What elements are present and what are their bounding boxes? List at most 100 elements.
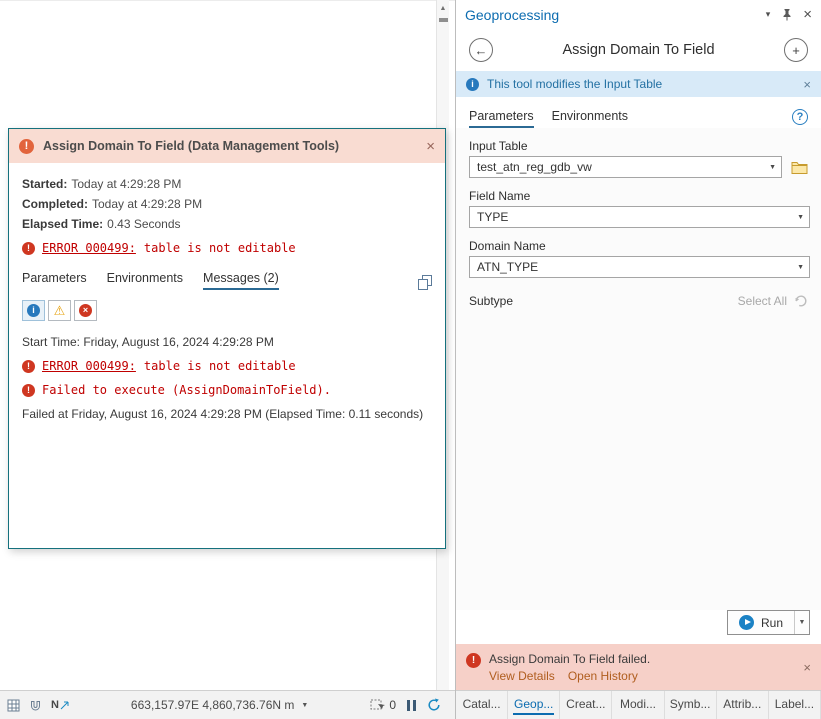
pause-drawing-icon[interactable] bbox=[407, 699, 416, 711]
coordinates-text: 663,157.97E 4,860,736.76N m bbox=[130, 698, 295, 712]
start-time-line: Start Time: Friday, August 16, 2024 4:29… bbox=[22, 335, 274, 349]
summary-error-row: ! ERROR 000499: table is not editable bbox=[22, 241, 432, 255]
back-arrow-icon: ← bbox=[474, 42, 488, 58]
banner-close-icon[interactable]: × bbox=[803, 77, 811, 92]
chevron-down-icon[interactable]: ▼ bbox=[797, 214, 804, 221]
tab-environments[interactable]: Environments bbox=[107, 271, 183, 290]
chevron-down-icon[interactable]: ▼ bbox=[769, 164, 776, 171]
run-options-dropdown[interactable]: ▼ bbox=[794, 611, 809, 634]
subtype-row: Subtype Select All bbox=[469, 294, 808, 308]
view-details-link[interactable]: View Details bbox=[489, 669, 555, 683]
info-icon: i bbox=[466, 77, 479, 91]
scrollbar-thumb[interactable] bbox=[438, 18, 448, 22]
tab-catalog[interactable]: Catal... bbox=[456, 691, 509, 719]
subtype-label: Subtype bbox=[469, 294, 514, 308]
chevron-down-icon: ▼ bbox=[798, 619, 806, 626]
domain-name-combobox[interactable]: ATN_TYPE ▼ bbox=[469, 256, 810, 278]
run-button[interactable]: Run ▼ bbox=[726, 610, 810, 635]
failed-execute-row: ! Failed to execute (AssignDomainToField… bbox=[22, 383, 432, 397]
error-message-row: ! ERROR 000499: table is not editable bbox=[22, 359, 432, 373]
run-label: Run bbox=[760, 615, 783, 630]
error-icon: ! bbox=[466, 653, 481, 668]
tab-create-features[interactable]: Creat... bbox=[560, 691, 613, 719]
tab-attributes[interactable]: Attrib... bbox=[717, 691, 769, 719]
open-history-link[interactable]: Open History bbox=[568, 669, 638, 683]
refresh-icon[interactable] bbox=[427, 698, 441, 712]
warning-icon: ⚠ bbox=[53, 303, 66, 318]
folder-icon bbox=[791, 161, 807, 174]
pane-menu-caret-icon[interactable]: ▾ bbox=[766, 9, 771, 20]
scroll-up-icon[interactable]: ▲ bbox=[437, 0, 449, 13]
tool-nav: ← Assign Domain To Field + bbox=[456, 29, 821, 71]
play-icon bbox=[738, 615, 754, 630]
tab-parameters[interactable]: Parameters bbox=[22, 271, 87, 290]
geoprocessing-pane: Geoprocessing ▾ × ← Assign Domain To Fie… bbox=[455, 0, 821, 719]
snapping-icon[interactable] bbox=[29, 699, 42, 712]
elapsed-row: Elapsed Time: 0.43 Seconds bbox=[22, 217, 181, 231]
error-code-link[interactable]: ERROR 000499: bbox=[42, 241, 136, 255]
tab-modify-features[interactable]: Modi... bbox=[612, 691, 665, 719]
field-name-value: TYPE bbox=[477, 210, 509, 224]
tab-symbology[interactable]: Symb... bbox=[665, 691, 717, 719]
arcgis-pro-window: ▲ ! Assign Domain To Field (Data Managem… bbox=[0, 0, 821, 719]
plus-icon: + bbox=[792, 42, 800, 58]
dialog-close-icon[interactable]: × bbox=[426, 139, 435, 154]
failure-notification: ! Assign Domain To Field failed. View De… bbox=[456, 644, 821, 690]
input-table-combobox[interactable]: test_atn_reg_gdb_vw ▼ bbox=[469, 156, 782, 178]
tool-title: Assign Domain To Field bbox=[562, 42, 715, 58]
show-info-messages-button[interactable]: i bbox=[22, 300, 45, 321]
selection-count[interactable]: 0 bbox=[370, 698, 396, 712]
browse-button[interactable] bbox=[788, 157, 810, 177]
chevron-down-icon[interactable]: ▼ bbox=[301, 702, 308, 709]
tab-messages[interactable]: Messages (2) bbox=[203, 271, 279, 290]
show-warning-messages-button[interactable]: ⚠ bbox=[48, 300, 71, 321]
back-button[interactable]: ← bbox=[469, 38, 493, 62]
error-code-link[interactable]: ERROR 000499: bbox=[42, 359, 136, 373]
run-row: Run ▼ bbox=[456, 610, 821, 644]
field-name-label: Field Name bbox=[469, 189, 531, 203]
parameters-form: Input Table test_atn_reg_gdb_vw ▼ Field … bbox=[456, 128, 821, 610]
error-text: table is not editable bbox=[143, 241, 296, 255]
reset-icon bbox=[794, 294, 808, 308]
started-row: Started: Today at 4:29:28 PM bbox=[22, 177, 182, 191]
failed-execute-text: Failed to execute (AssignDomainToField). bbox=[42, 383, 331, 397]
notification-title: Assign Domain To Field failed. bbox=[489, 652, 651, 666]
copy-messages-button[interactable] bbox=[418, 275, 432, 290]
completed-row: Completed: Today at 4:29:28 PM bbox=[22, 197, 203, 211]
help-icon[interactable]: ? bbox=[792, 109, 808, 125]
domain-name-value: ATN_TYPE bbox=[477, 260, 539, 274]
info-banner: i This tool modifies the Input Table × bbox=[456, 71, 821, 97]
tool-error-dialog: ! Assign Domain To Field (Data Managemen… bbox=[8, 128, 446, 549]
tab-parameters[interactable]: Parameters bbox=[469, 109, 534, 128]
status-left-tools: N bbox=[0, 699, 69, 712]
pin-icon[interactable] bbox=[781, 8, 792, 21]
pane-header: Geoprocessing ▾ × bbox=[456, 0, 821, 29]
pane-close-icon[interactable]: × bbox=[803, 7, 812, 22]
coordinate-display[interactable]: 663,157.97E 4,860,736.76N m ▼ bbox=[69, 698, 370, 712]
add-button[interactable]: + bbox=[784, 38, 808, 62]
select-all-button[interactable]: Select All bbox=[738, 294, 787, 308]
error-icon: ! bbox=[22, 383, 35, 397]
error-badge-icon: ! bbox=[19, 138, 34, 154]
chevron-down-icon[interactable]: ▼ bbox=[797, 264, 804, 271]
dialog-body: Started: Today at 4:29:28 PM Completed: To… bbox=[9, 163, 445, 421]
field-name-combobox[interactable]: TYPE ▼ bbox=[469, 206, 810, 228]
error-icon: ! bbox=[22, 241, 35, 255]
notification-close-icon[interactable]: × bbox=[803, 660, 811, 675]
tab-geoprocessing[interactable]: Geop... bbox=[508, 691, 561, 719]
north-arrow-icon[interactable]: N bbox=[51, 699, 69, 711]
view-pane: ▲ ! Assign Domain To Field (Data Managem… bbox=[0, 0, 455, 719]
pane-title: Geoprocessing bbox=[465, 6, 560, 23]
failed-at-line: Failed at Friday, August 16, 2024 4:29:2… bbox=[22, 407, 424, 421]
dialog-titlebar[interactable]: ! Assign Domain To Field (Data Managemen… bbox=[9, 129, 445, 163]
tab-environments[interactable]: Environments bbox=[552, 109, 628, 128]
dialog-title: Assign Domain To Field (Data Management … bbox=[43, 139, 340, 153]
selection-icon bbox=[370, 699, 386, 709]
grid-view-icon[interactable] bbox=[7, 699, 20, 712]
input-table-value: test_atn_reg_gdb_vw bbox=[477, 160, 592, 174]
tab-labeling[interactable]: Label... bbox=[769, 691, 821, 719]
status-bar: N 663,157.97E 4,860,736.76N m ▼ 0 bbox=[0, 690, 455, 719]
dialog-tabs: Parameters Environments Messages (2) bbox=[22, 271, 432, 290]
show-error-messages-button[interactable]: × bbox=[74, 300, 97, 321]
message-filter-toolbar: i ⚠ × bbox=[22, 300, 432, 321]
